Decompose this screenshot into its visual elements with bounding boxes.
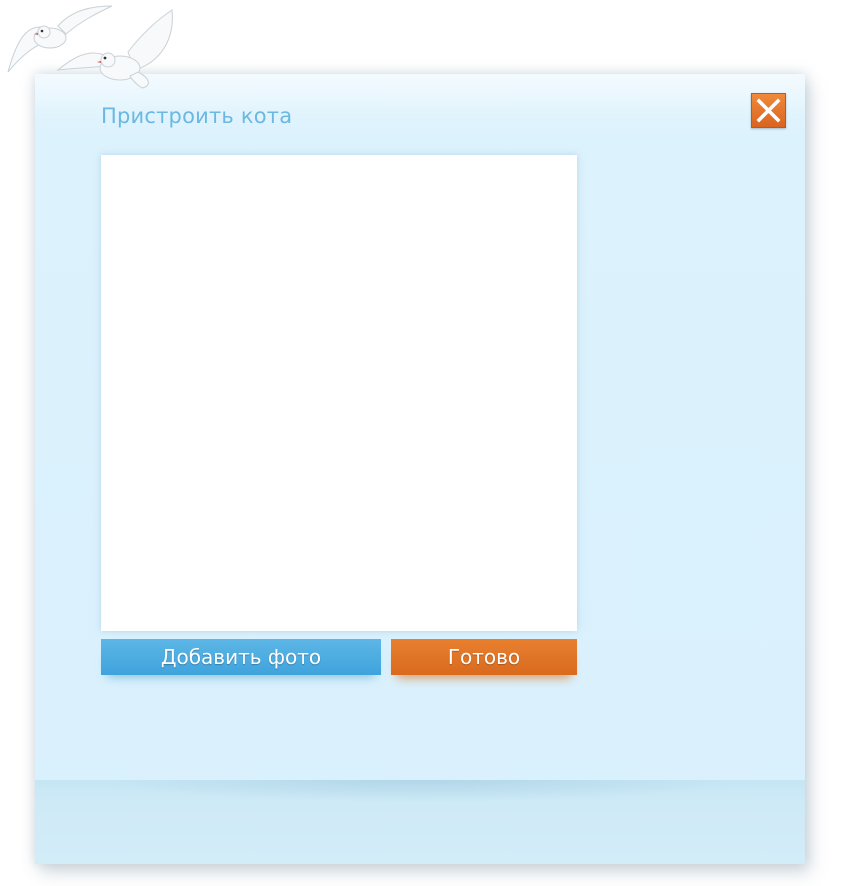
dialog-footer-band [35, 780, 805, 864]
add-photo-button[interactable]: Добавить фото [101, 639, 381, 675]
add-cat-dialog: Пристроить кота Добавить фото Готово [35, 74, 805, 864]
close-button[interactable] [751, 93, 786, 128]
doves-icon [7, 5, 173, 89]
dialog-title: Пристроить кота [101, 104, 293, 128]
close-icon [756, 98, 781, 123]
done-button[interactable]: Готово [391, 639, 577, 675]
page: Пристроить кота Добавить фото Готово [0, 0, 841, 886]
photo-preview-area [101, 155, 577, 631]
